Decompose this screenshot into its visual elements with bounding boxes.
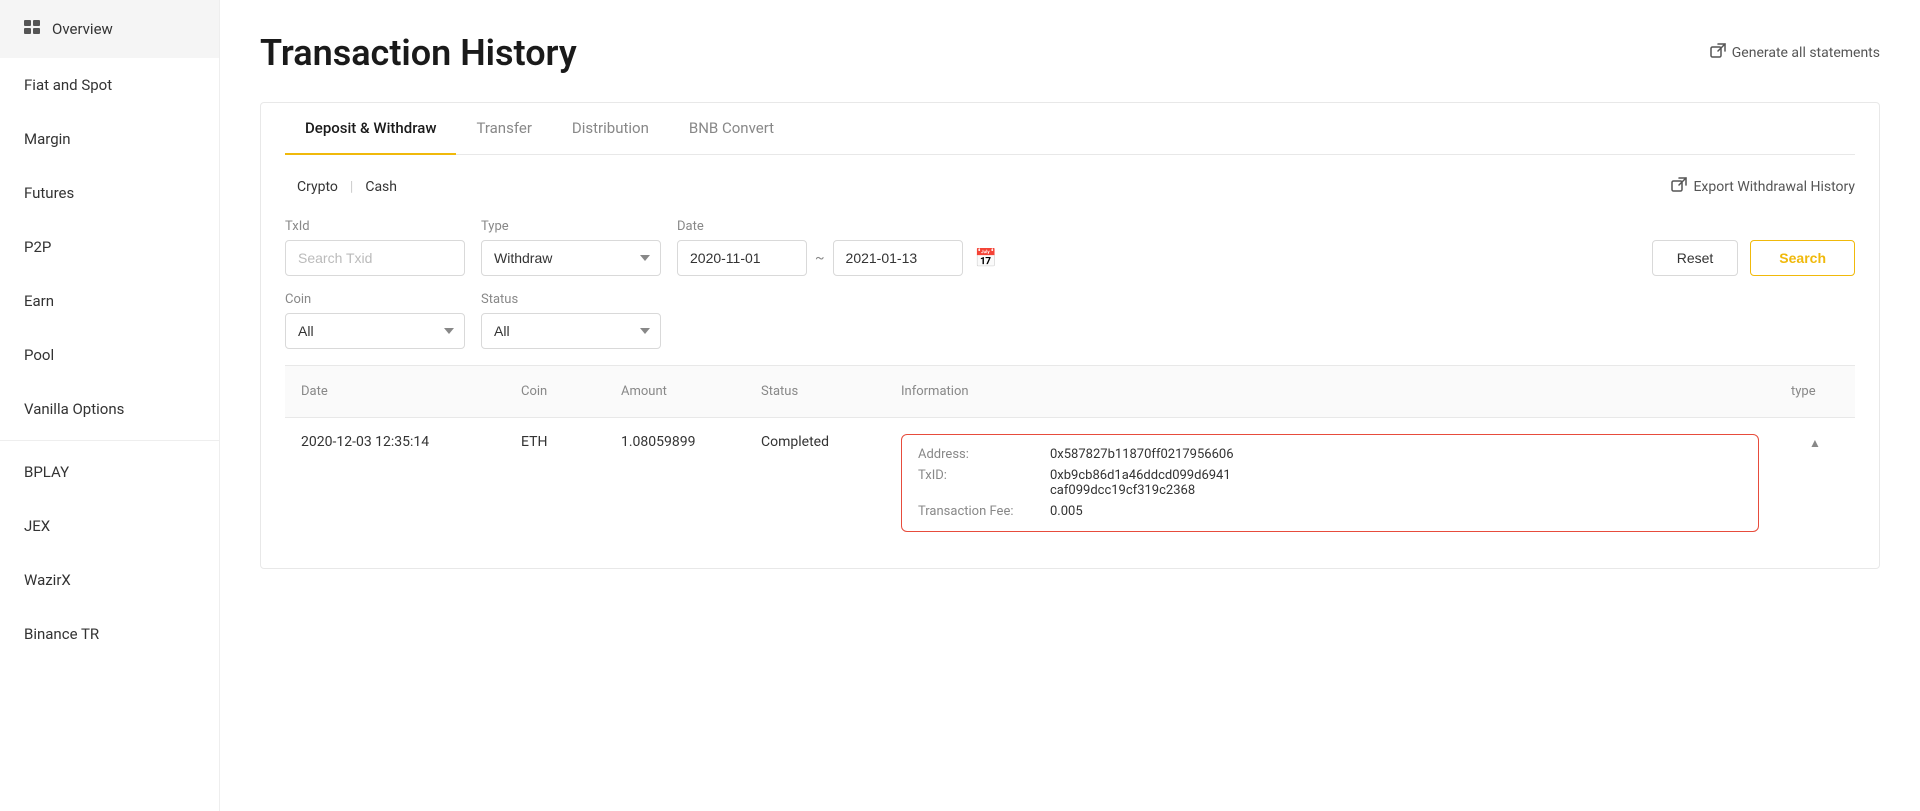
sidebar-item-jex[interactable]: JEX [0, 499, 219, 553]
sidebar-item-earn[interactable]: Earn [0, 274, 219, 328]
sub-tab-crypto[interactable]: Crypto [285, 175, 350, 199]
table-row: 2020-12-03 12:35:14 ETH 1.08059899 Compl… [285, 417, 1855, 548]
status-label: Status [481, 292, 661, 307]
info-address-row: Address: 0x587827b11870ff0217956606 [918, 447, 1742, 462]
date-separator: ~ [815, 250, 825, 266]
filter-actions: Reset Search [1652, 240, 1855, 276]
sidebar-item-binance-tr[interactable]: Binance TR [0, 607, 219, 661]
cell-info: Address: 0x587827b11870ff0217956606 TxID… [885, 434, 1775, 532]
cell-status: Completed [745, 434, 885, 450]
date-filter-group: Date ~ 📅 [677, 219, 997, 276]
type-select[interactable]: Withdraw [481, 240, 661, 276]
page-title: Transaction History [260, 32, 577, 74]
filter-area: Crypto | Cash Export Withdrawal History [285, 155, 1855, 568]
txid-info-label: TxID: [918, 468, 1038, 498]
fee-label: Transaction Fee: [918, 504, 1038, 519]
sidebar-item-p2p[interactable]: P2P [0, 220, 219, 274]
cell-coin: ETH [505, 434, 605, 450]
txid-label: TxId [285, 219, 465, 234]
sub-tab-cash[interactable]: Cash [353, 175, 409, 199]
grid-icon [24, 20, 42, 38]
date-range: ~ 📅 [677, 240, 997, 276]
generate-statements-label: Generate all statements [1732, 45, 1880, 61]
status-select[interactable]: All [481, 313, 661, 349]
search-button[interactable]: Search [1750, 240, 1855, 276]
sidebar-item-label: Binance TR [24, 625, 99, 643]
cell-amount: 1.08059899 [605, 434, 745, 450]
col-header-info: Information [885, 376, 1775, 407]
info-fee-row: Transaction Fee: 0.005 [918, 504, 1742, 519]
txid-filter-group: TxId [285, 219, 465, 276]
tab-bnb-convert[interactable]: BNB Convert [669, 103, 794, 155]
sidebar: Overview Fiat and Spot Margin Futures P2… [0, 0, 220, 811]
sidebar-item-label: Pool [24, 346, 54, 364]
sidebar-item-overview[interactable]: Overview [0, 0, 219, 58]
date-from-input[interactable] [677, 240, 807, 276]
export-label: Export Withdrawal History [1693, 179, 1855, 195]
sidebar-item-wazirx[interactable]: WazirX [0, 553, 219, 607]
col-header-type: type [1775, 376, 1855, 407]
sidebar-item-label: Earn [24, 292, 54, 310]
page-header: Transaction History Generate all stateme… [260, 32, 1880, 74]
main-content: Transaction History Generate all stateme… [220, 0, 1920, 811]
sub-tabs: Crypto | Cash Export Withdrawal History [285, 175, 1855, 199]
sidebar-item-label: BPLAY [24, 463, 69, 481]
filter-row-2: Coin All Status All [285, 292, 1855, 349]
tabs: Deposit & Withdraw Transfer Distribution… [285, 103, 1855, 155]
col-header-status: Status [745, 376, 885, 407]
sidebar-item-label: JEX [24, 517, 50, 535]
type-label: Type [481, 219, 661, 234]
sidebar-item-label: P2P [24, 238, 51, 256]
reset-button[interactable]: Reset [1652, 240, 1739, 276]
status-filter-group: Status All [481, 292, 661, 349]
sidebar-item-futures[interactable]: Futures [0, 166, 219, 220]
date-to-input[interactable] [833, 240, 963, 276]
fee-value: 0.005 [1050, 504, 1083, 519]
date-label: Date [677, 219, 997, 234]
tab-deposit-withdraw[interactable]: Deposit & Withdraw [285, 103, 456, 155]
sidebar-item-label: WazirX [24, 571, 71, 589]
info-box: Address: 0x587827b11870ff0217956606 TxID… [901, 434, 1759, 532]
generate-statements-link[interactable]: Generate all statements [1710, 43, 1880, 63]
coin-select[interactable]: All [285, 313, 465, 349]
sidebar-divider [0, 440, 219, 441]
table-header: Date Coin Amount Status Information type [285, 365, 1855, 417]
cell-date: 2020-12-03 12:35:14 [285, 434, 505, 450]
export-icon [1671, 177, 1687, 197]
calendar-icon[interactable]: 📅 [975, 248, 997, 269]
sidebar-item-label: Futures [24, 184, 74, 202]
sidebar-item-label: Fiat and Spot [24, 76, 112, 94]
sidebar-item-label: Vanilla Options [24, 400, 124, 418]
type-filter-group: Type Withdraw [481, 219, 661, 276]
col-header-coin: Coin [505, 376, 605, 407]
cell-expand[interactable]: ▲ [1775, 434, 1855, 450]
tab-transfer[interactable]: Transfer [456, 103, 551, 155]
tab-distribution[interactable]: Distribution [552, 103, 669, 155]
txid-info-value: 0xb9cb86d1a46ddcd099d6941 caf099dcc19cf3… [1050, 468, 1231, 498]
sidebar-item-fiat-and-spot[interactable]: Fiat and Spot [0, 58, 219, 112]
info-txid-row: TxID: 0xb9cb86d1a46ddcd099d6941 caf099dc… [918, 468, 1742, 498]
tabs-container: Deposit & Withdraw Transfer Distribution… [260, 102, 1880, 569]
export-withdrawal-link[interactable]: Export Withdrawal History [1671, 177, 1855, 197]
sidebar-item-pool[interactable]: Pool [0, 328, 219, 382]
table: Date Coin Amount Status Information type… [285, 365, 1855, 548]
filter-row-1: TxId Type Withdraw Date ~ 📅 [285, 219, 1855, 276]
address-value: 0x587827b11870ff0217956606 [1050, 447, 1234, 462]
col-header-amount: Amount [605, 376, 745, 407]
address-label: Address: [918, 447, 1038, 462]
sidebar-item-label: Margin [24, 130, 71, 148]
sidebar-item-margin[interactable]: Margin [0, 112, 219, 166]
sidebar-item-vanilla-options[interactable]: Vanilla Options [0, 382, 219, 436]
external-link-icon [1710, 43, 1726, 63]
sidebar-item-label: Overview [52, 20, 113, 38]
col-header-date: Date [285, 376, 505, 407]
sidebar-item-bplay[interactable]: BPLAY [0, 445, 219, 499]
txid-input[interactable] [285, 240, 465, 276]
coin-filter-group: Coin All [285, 292, 465, 349]
coin-label: Coin [285, 292, 465, 307]
